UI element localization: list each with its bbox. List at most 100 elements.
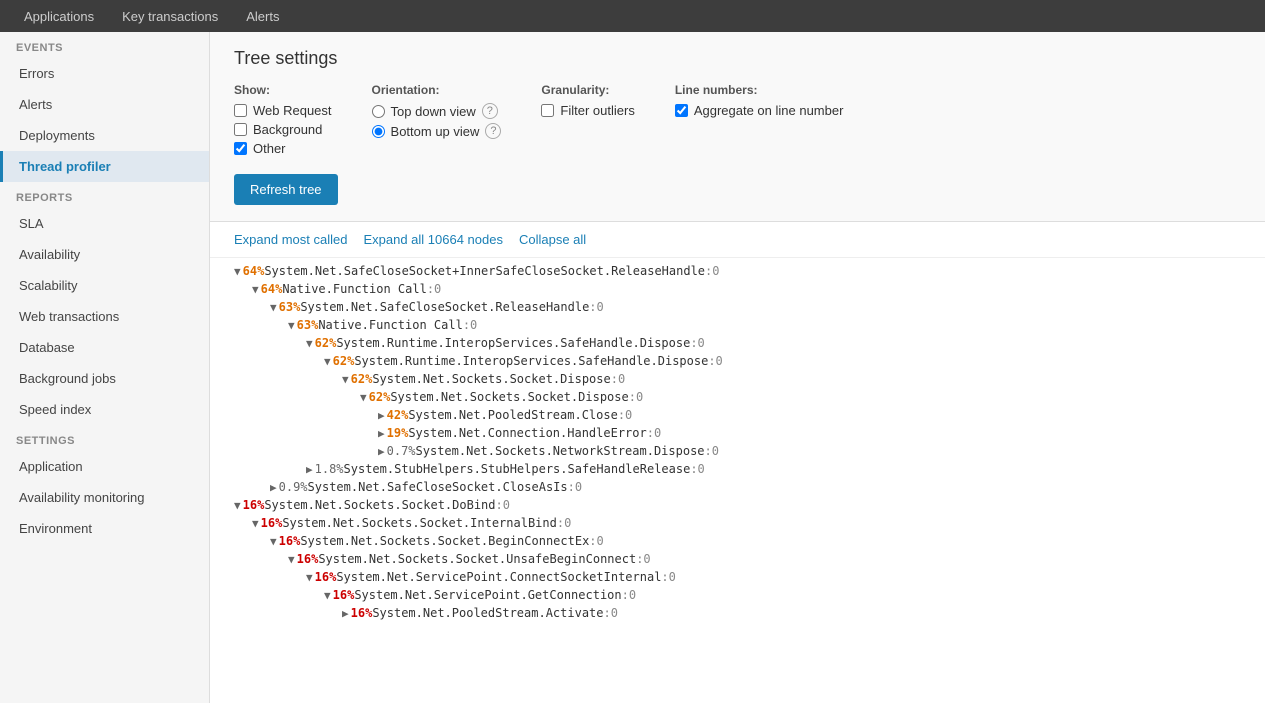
orientation-bottom-up-radio[interactable]: [372, 125, 385, 138]
tree-node-text: System.Runtime.InteropServices.SafeHandl…: [336, 336, 690, 350]
tree-node-pct: 63%: [279, 300, 301, 314]
tree-row: ▼ 62% System.Runtime.InteropServices.Saf…: [210, 334, 1265, 352]
tree-toggle-icon[interactable]: ▼: [306, 571, 313, 584]
tree-node-pct: 16%: [279, 534, 301, 548]
tree-row: ▶ 42% System.Net.PooledStream.Close:0: [210, 406, 1265, 424]
show-group: Show: Web Request Background Other: [234, 83, 332, 160]
settings-section-label: SETTINGS: [0, 425, 209, 451]
sidebar-item-speed-index[interactable]: Speed index: [0, 394, 209, 425]
tree-toggle-icon[interactable]: ▼: [288, 319, 295, 332]
tree-node-text: System.Net.SafeCloseSocket.ReleaseHandle: [300, 300, 589, 314]
tree-node-text: System.Runtime.InteropServices.SafeHandl…: [354, 354, 708, 368]
tree-node-num: :0: [496, 498, 510, 512]
tree-node-pct: 64%: [243, 264, 265, 278]
sidebar-item-sla[interactable]: SLA: [0, 208, 209, 239]
tree-node-pct: 1.8%: [315, 462, 344, 476]
tree-toggle-icon[interactable]: ▼: [306, 337, 313, 350]
nav-alerts[interactable]: Alerts: [232, 0, 293, 32]
tree-row: ▼ 16% System.Net.Sockets.Socket.DoBind:0: [210, 496, 1265, 514]
tree-toggle-icon[interactable]: ▼: [270, 535, 277, 548]
aggregate-line-number-checkbox[interactable]: [675, 104, 688, 117]
sidebar-item-errors[interactable]: Errors: [0, 58, 209, 89]
tree-toggle-icon[interactable]: ▼: [252, 283, 259, 296]
tree-row: ▼ 16% System.Net.Sockets.Socket.BeginCon…: [210, 532, 1265, 550]
top-down-help-icon[interactable]: ?: [482, 103, 498, 119]
tree-toggle-icon[interactable]: ▼: [288, 553, 295, 566]
tree-row: ▶ 19% System.Net.Connection.HandleError:…: [210, 424, 1265, 442]
tree-toggle-icon[interactable]: ▶: [378, 409, 385, 422]
orientation-label: Orientation:: [372, 83, 502, 97]
tree-node-num: :0: [604, 606, 618, 620]
refresh-tree-button[interactable]: Refresh tree: [234, 174, 338, 205]
tree-node-text: System.Net.Sockets.Socket.Dispose: [372, 372, 610, 386]
tree-toggle-icon[interactable]: ▼: [252, 517, 259, 530]
tree-node-num: :0: [647, 426, 661, 440]
granularity-label: Granularity:: [541, 83, 634, 97]
sidebar-item-database[interactable]: Database: [0, 332, 209, 363]
tree-row: ▶ 0.7% System.Net.Sockets.NetworkStream.…: [210, 442, 1265, 460]
tree-node-text: System.Net.Sockets.Socket.BeginConnectEx: [300, 534, 589, 548]
tree-node-pct: 62%: [315, 336, 337, 350]
tree-toggle-icon[interactable]: ▶: [270, 481, 277, 494]
tree-node-text: System.Net.PooledStream.Close: [408, 408, 618, 422]
show-background-label: Background: [253, 122, 322, 137]
filter-outliers-checkbox[interactable]: [541, 104, 554, 117]
events-section-label: EVENTS: [0, 32, 209, 58]
tree-toggle-icon[interactable]: ▼: [324, 355, 331, 368]
expand-most-called-link[interactable]: Expand most called: [234, 232, 347, 247]
sidebar-item-environment[interactable]: Environment: [0, 513, 209, 544]
sidebar-item-availability[interactable]: Availability: [0, 239, 209, 270]
tree-node-num: :0: [705, 264, 719, 278]
sidebar-item-thread-profiler[interactable]: Thread profiler: [0, 151, 209, 182]
show-label: Show:: [234, 83, 332, 97]
orientation-top-down-label: Top down view: [391, 104, 476, 119]
show-web-request-row: Web Request: [234, 103, 332, 118]
tree-toggle-icon[interactable]: ▼: [342, 373, 349, 386]
tree-toggle-icon[interactable]: ▶: [342, 607, 349, 620]
tree-node-num: :0: [622, 588, 636, 602]
sidebar-item-web-transactions[interactable]: Web transactions: [0, 301, 209, 332]
aggregate-line-number-label: Aggregate on line number: [694, 103, 844, 118]
sidebar-item-background-jobs[interactable]: Background jobs: [0, 363, 209, 394]
main-content: Tree settings Show: Web Request Backgrou…: [210, 32, 1265, 703]
tree-toggle-icon[interactable]: ▼: [324, 589, 331, 602]
tree-toggle-icon[interactable]: ▼: [234, 265, 241, 278]
sidebar-item-alerts[interactable]: Alerts: [0, 89, 209, 120]
show-background-checkbox[interactable]: [234, 123, 247, 136]
expand-all-link[interactable]: Expand all 10664 nodes: [363, 232, 503, 247]
tree-row: ▼ 64% Native.Function Call:0: [210, 280, 1265, 298]
tree-row: ▼ 63% Native.Function Call:0: [210, 316, 1265, 334]
tree-toggle-icon[interactable]: ▼: [234, 499, 241, 512]
nav-applications[interactable]: Applications: [10, 0, 108, 32]
tree-node-text: System.Net.PooledStream.Activate: [372, 606, 603, 620]
tree-toggle-icon[interactable]: ▼: [360, 391, 367, 404]
sidebar-item-application[interactable]: Application: [0, 451, 209, 482]
line-numbers-group: Line numbers: Aggregate on line number: [675, 83, 844, 122]
tree-node-text: System.Net.Sockets.Socket.UnsafeBeginCon…: [318, 552, 636, 566]
sidebar-item-scalability[interactable]: Scalability: [0, 270, 209, 301]
aggregate-line-number-row: Aggregate on line number: [675, 103, 844, 118]
sidebar-item-availability-monitoring[interactable]: Availability monitoring: [0, 482, 209, 513]
tree-node-pct: 16%: [243, 498, 265, 512]
sidebar-item-deployments[interactable]: Deployments: [0, 120, 209, 151]
show-web-request-label: Web Request: [253, 103, 332, 118]
tree-toggle-icon[interactable]: ▶: [378, 427, 385, 440]
show-other-label: Other: [253, 141, 286, 156]
tree-node-pct: 16%: [333, 588, 355, 602]
tree-node-text: Native.Function Call: [318, 318, 463, 332]
collapse-all-link[interactable]: Collapse all: [519, 232, 586, 247]
tree-toggle-icon[interactable]: ▶: [378, 445, 385, 458]
show-web-request-checkbox[interactable]: [234, 104, 247, 117]
tree-node-pct: 19%: [387, 426, 409, 440]
tree-node-pct: 63%: [297, 318, 319, 332]
orientation-top-down-radio[interactable]: [372, 105, 385, 118]
show-other-checkbox[interactable]: [234, 142, 247, 155]
bottom-up-help-icon[interactable]: ?: [485, 123, 501, 139]
tree-toggle-icon[interactable]: ▼: [270, 301, 277, 314]
tree-node-text: System.Net.Sockets.Socket.DoBind: [264, 498, 495, 512]
tree-toggle-icon[interactable]: ▶: [306, 463, 313, 476]
tree-node-text: System.Net.Sockets.Socket.Dispose: [390, 390, 628, 404]
tree-node-pct: 16%: [297, 552, 319, 566]
tree-row: ▼ 63% System.Net.SafeCloseSocket.Release…: [210, 298, 1265, 316]
nav-key-transactions[interactable]: Key transactions: [108, 0, 232, 32]
